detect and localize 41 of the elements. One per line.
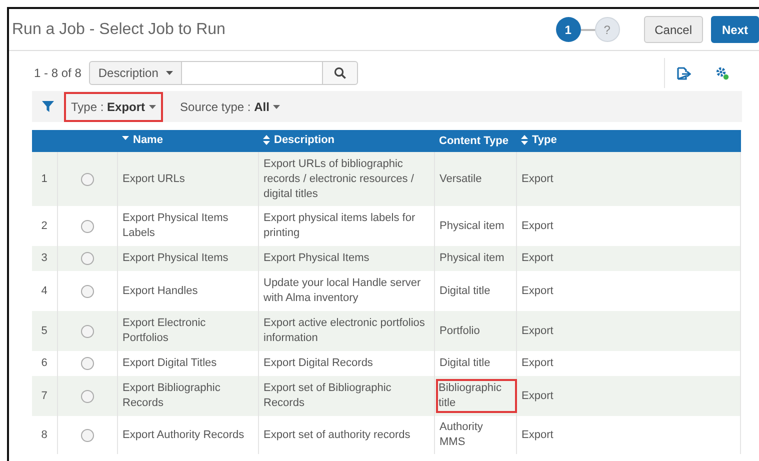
- table-cell: Portfolio: [440, 324, 480, 336]
- search-field[interactable]: [182, 61, 322, 85]
- caret-icon: [149, 104, 156, 108]
- radio-button[interactable]: [80, 428, 94, 442]
- table-cell: Export: [516, 416, 740, 454]
- row-number: 8: [32, 416, 57, 454]
- table-cell: Authority MMS: [440, 421, 483, 448]
- search-scope-dropdown[interactable]: Description: [89, 61, 182, 85]
- filter-dropdown[interactable]: Source type : All: [173, 92, 288, 122]
- filter-dropdown[interactable]: Type : Export: [64, 92, 164, 122]
- radio-button[interactable]: [80, 252, 94, 265]
- table-cell: Versatile: [440, 172, 482, 184]
- column-header[interactable]: Type: [521, 132, 557, 148]
- search-button[interactable]: [322, 61, 358, 85]
- cancel-button[interactable]: Cancel: [644, 16, 703, 43]
- caret-icon: [166, 71, 174, 75]
- radio-button[interactable]: [80, 284, 94, 298]
- sort-icon: [263, 134, 270, 145]
- step-indicator[interactable]: ?: [594, 17, 620, 42]
- table-cell: Digital title: [440, 284, 490, 296]
- table-cell: Export set of authority records: [258, 416, 434, 454]
- radio-button[interactable]: [80, 172, 94, 186]
- step-indicator[interactable]: 1: [556, 17, 581, 42]
- table-cell: Bibliographic title: [436, 379, 518, 413]
- sort-icon: [521, 134, 528, 145]
- filter-icon[interactable]: [42, 101, 54, 112]
- table-cell: Physical item: [440, 252, 504, 264]
- table-cell: Digital title: [440, 357, 490, 369]
- caret-icon: [273, 104, 280, 108]
- radio-button[interactable]: [80, 220, 94, 232]
- page-title: Run a Job - Select Job to Run: [12, 20, 226, 40]
- radio-button[interactable]: [80, 324, 94, 338]
- radio-button[interactable]: [80, 390, 94, 402]
- export-icon[interactable]: [677, 66, 691, 80]
- gear-icon[interactable]: [715, 66, 729, 80]
- table-cell: Physical item: [440, 220, 504, 232]
- next-button[interactable]: Next: [710, 16, 759, 43]
- result-count: 1 - 8 of 8: [34, 65, 82, 82]
- search-icon: [334, 67, 346, 79]
- table-cell: Export Authority Records: [117, 416, 258, 454]
- radio-button[interactable]: [80, 357, 94, 370]
